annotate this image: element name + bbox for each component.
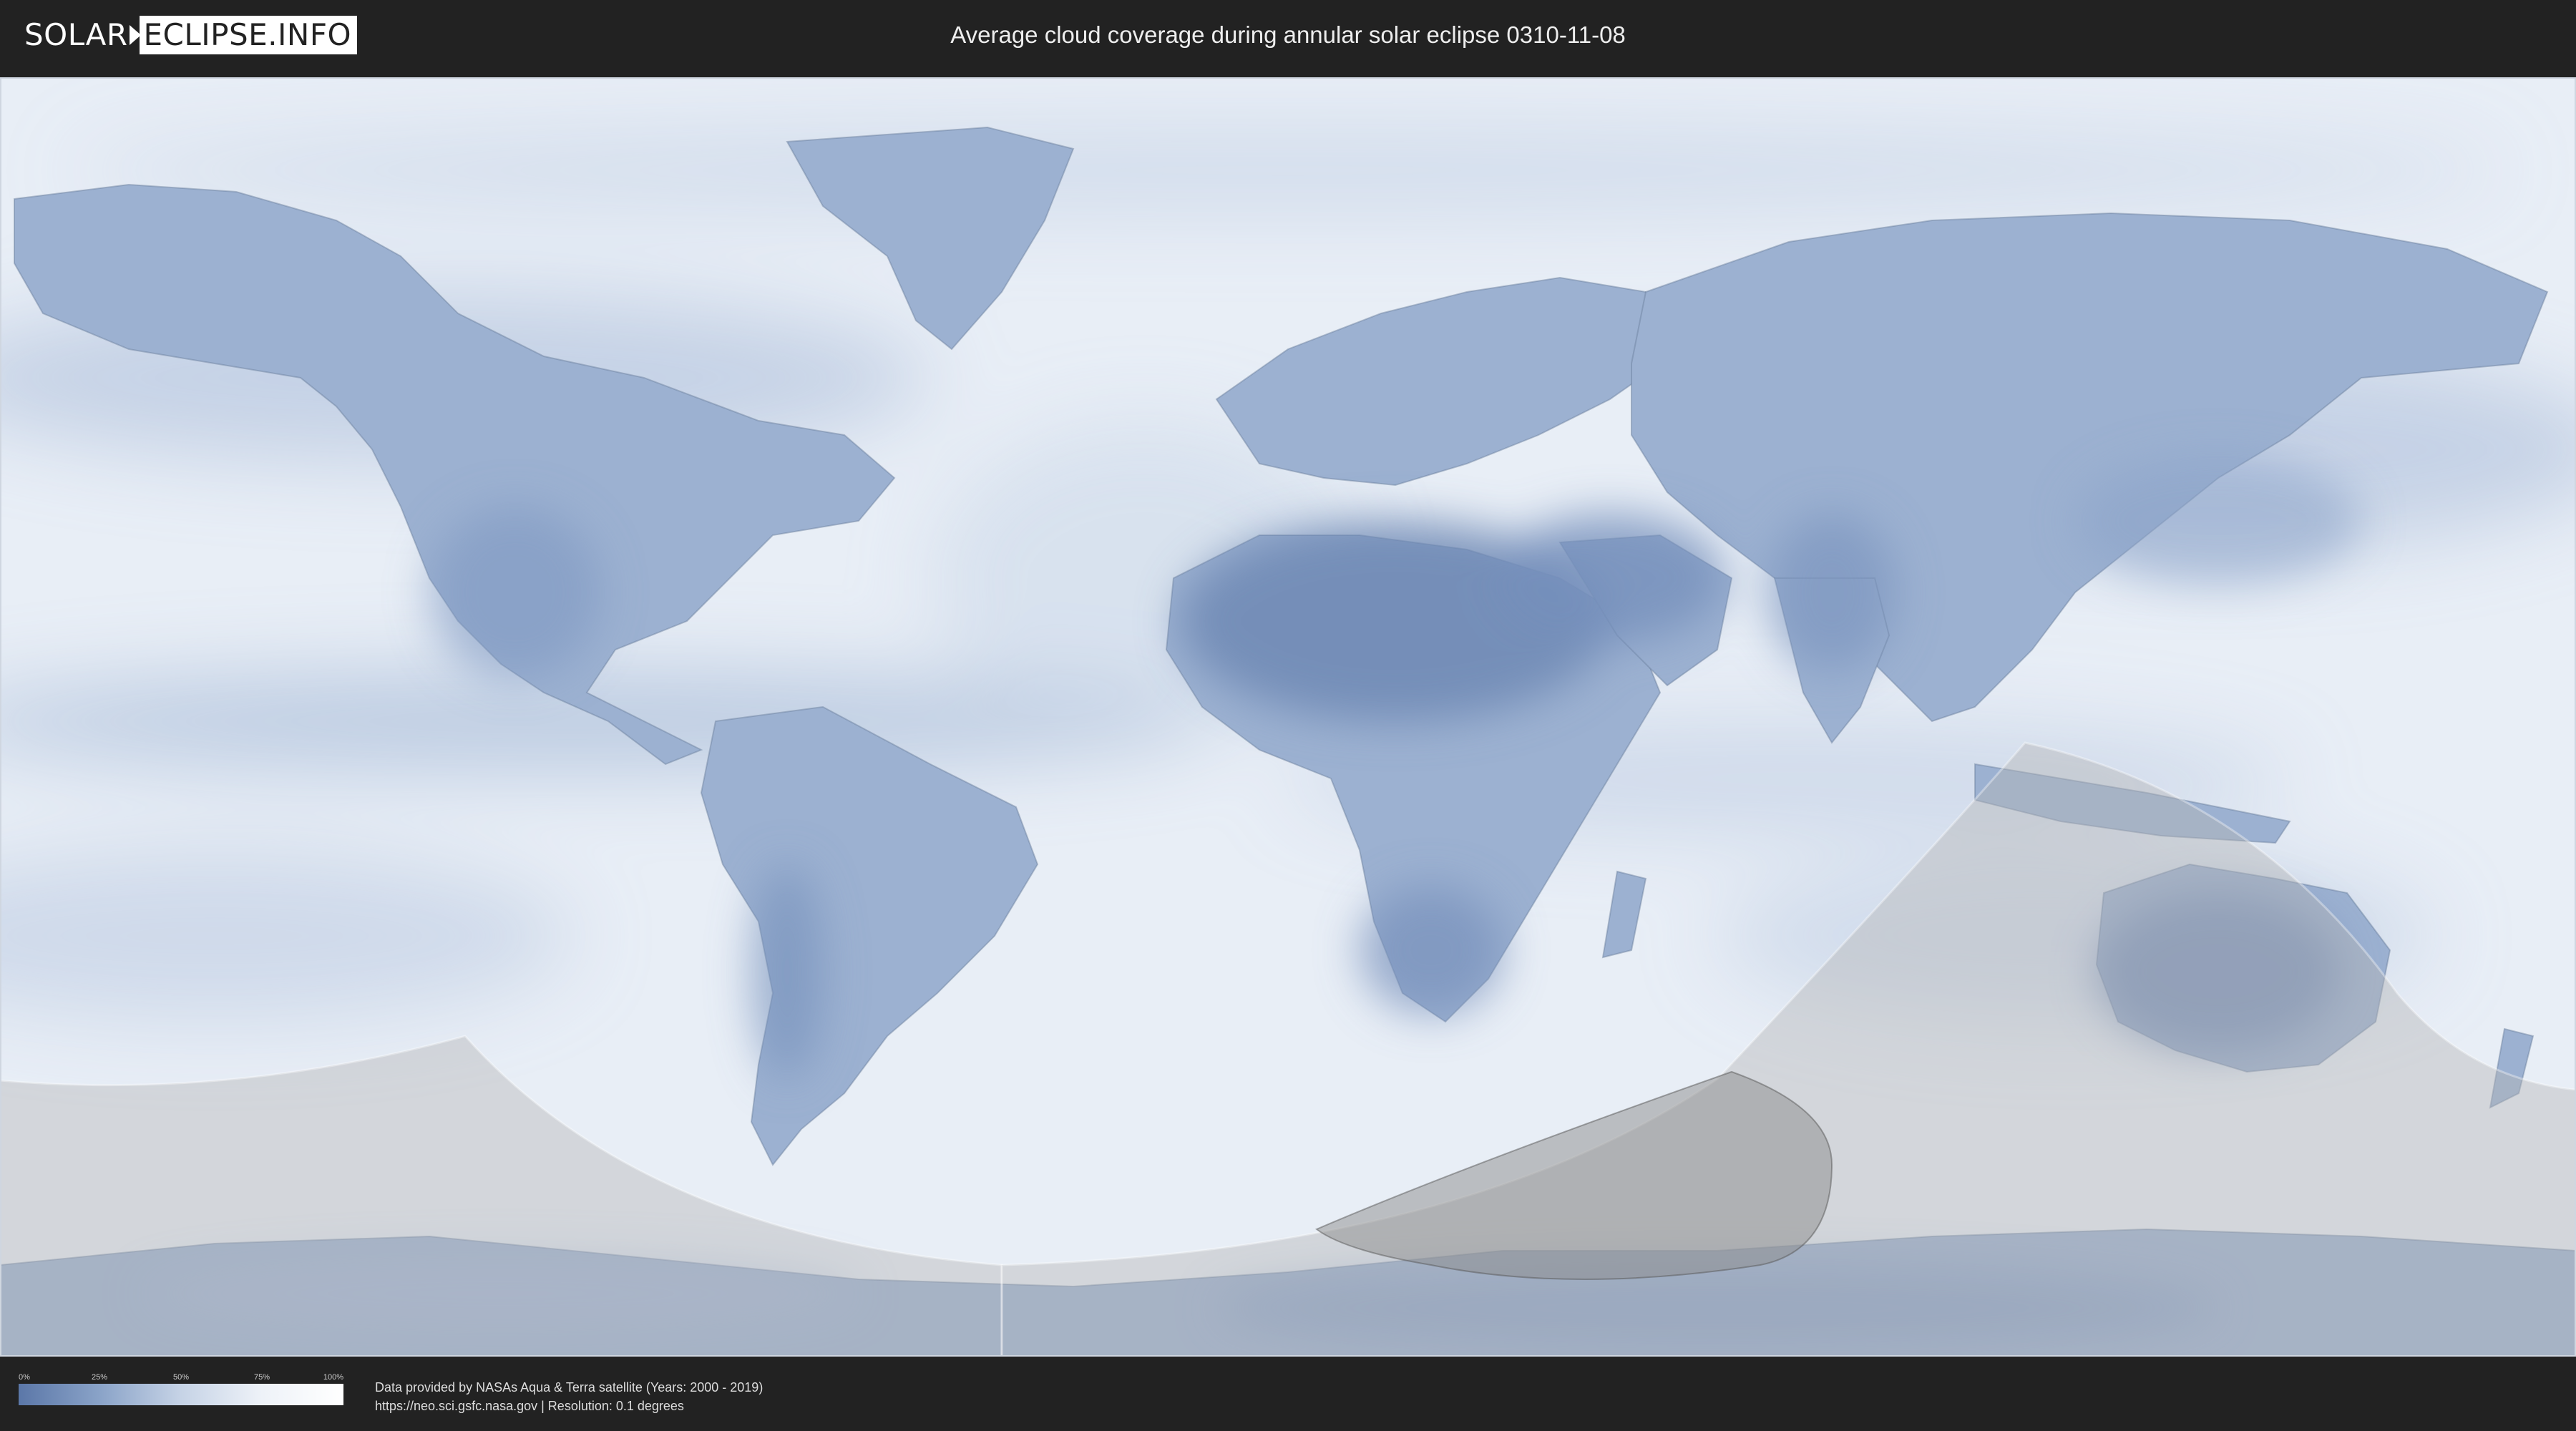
page: SOLAR ECLIPSE.INFO Average cloud coverag… — [0, 0, 2576, 1431]
data-credits: Data provided by NASAs Aqua & Terra sate… — [375, 1378, 763, 1415]
cloud-coverage-legend: 0% 25% 50% 75% 100% — [19, 1371, 343, 1414]
legend-label-0: 0% — [19, 1373, 30, 1382]
legend-gradient-bar — [19, 1384, 343, 1405]
footer: 0% 25% 50% 75% 100% Data provided by NAS… — [0, 1357, 2576, 1431]
header: SOLAR ECLIPSE.INFO Average cloud coverag… — [0, 0, 2576, 72]
legend-label-50: 50% — [172, 1373, 190, 1382]
legend-labels: 0% 25% 50% 75% 100% — [19, 1371, 343, 1384]
legend-label-25: 25% — [91, 1373, 108, 1382]
credits-line-url: https://neo.sci.gsfc.nasa.gov | Resoluti… — [375, 1399, 684, 1413]
page-title: Average cloud coverage during annular so… — [950, 21, 1626, 48]
legend-label-75: 75% — [253, 1373, 270, 1382]
legend-label-100: 100% — [323, 1373, 343, 1382]
cloud-coverage-map[interactable] — [0, 77, 2576, 1357]
credits-line-source: Data provided by NASAs Aqua & Terra sate… — [375, 1380, 763, 1395]
map-svg — [0, 77, 2576, 1357]
